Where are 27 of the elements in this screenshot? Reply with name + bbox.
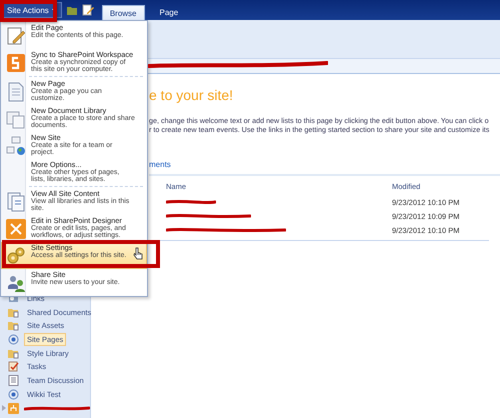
- redaction-mark: [24, 406, 90, 410]
- ribbon-tab[interactable]: Page: [152, 5, 186, 20]
- folder-icon: [8, 348, 19, 359]
- people-icon: [6, 273, 26, 293]
- page-icon: [8, 334, 19, 346]
- list-icon: [8, 375, 19, 386]
- redaction-mark: [166, 199, 216, 205]
- documents-icon: [6, 109, 26, 129]
- edit-page-icon: [6, 26, 26, 46]
- ribbon-tab[interactable]: Browse: [102, 5, 144, 20]
- folder-icon: [8, 320, 19, 332]
- tasks-icon: [8, 361, 19, 372]
- folder-icon[interactable]: [66, 4, 78, 16]
- page-icon: [8, 388, 19, 400]
- new-site-icon: [6, 136, 26, 156]
- folder-icon: [8, 306, 19, 318]
- workspace-icon: [6, 53, 26, 73]
- tools-icon: [6, 219, 26, 239]
- page-icon: [6, 82, 26, 102]
- hand-cursor-icon: [133, 247, 143, 260]
- highlight-frame: [0, 0, 57, 22]
- site-icon: [8, 402, 19, 414]
- edit-icon[interactable]: [82, 4, 94, 16]
- page-title: e to your site!: [149, 87, 234, 103]
- gears-icon: [6, 246, 26, 266]
- content-icon: [6, 192, 26, 212]
- section-link[interactable]: ments: [149, 160, 171, 169]
